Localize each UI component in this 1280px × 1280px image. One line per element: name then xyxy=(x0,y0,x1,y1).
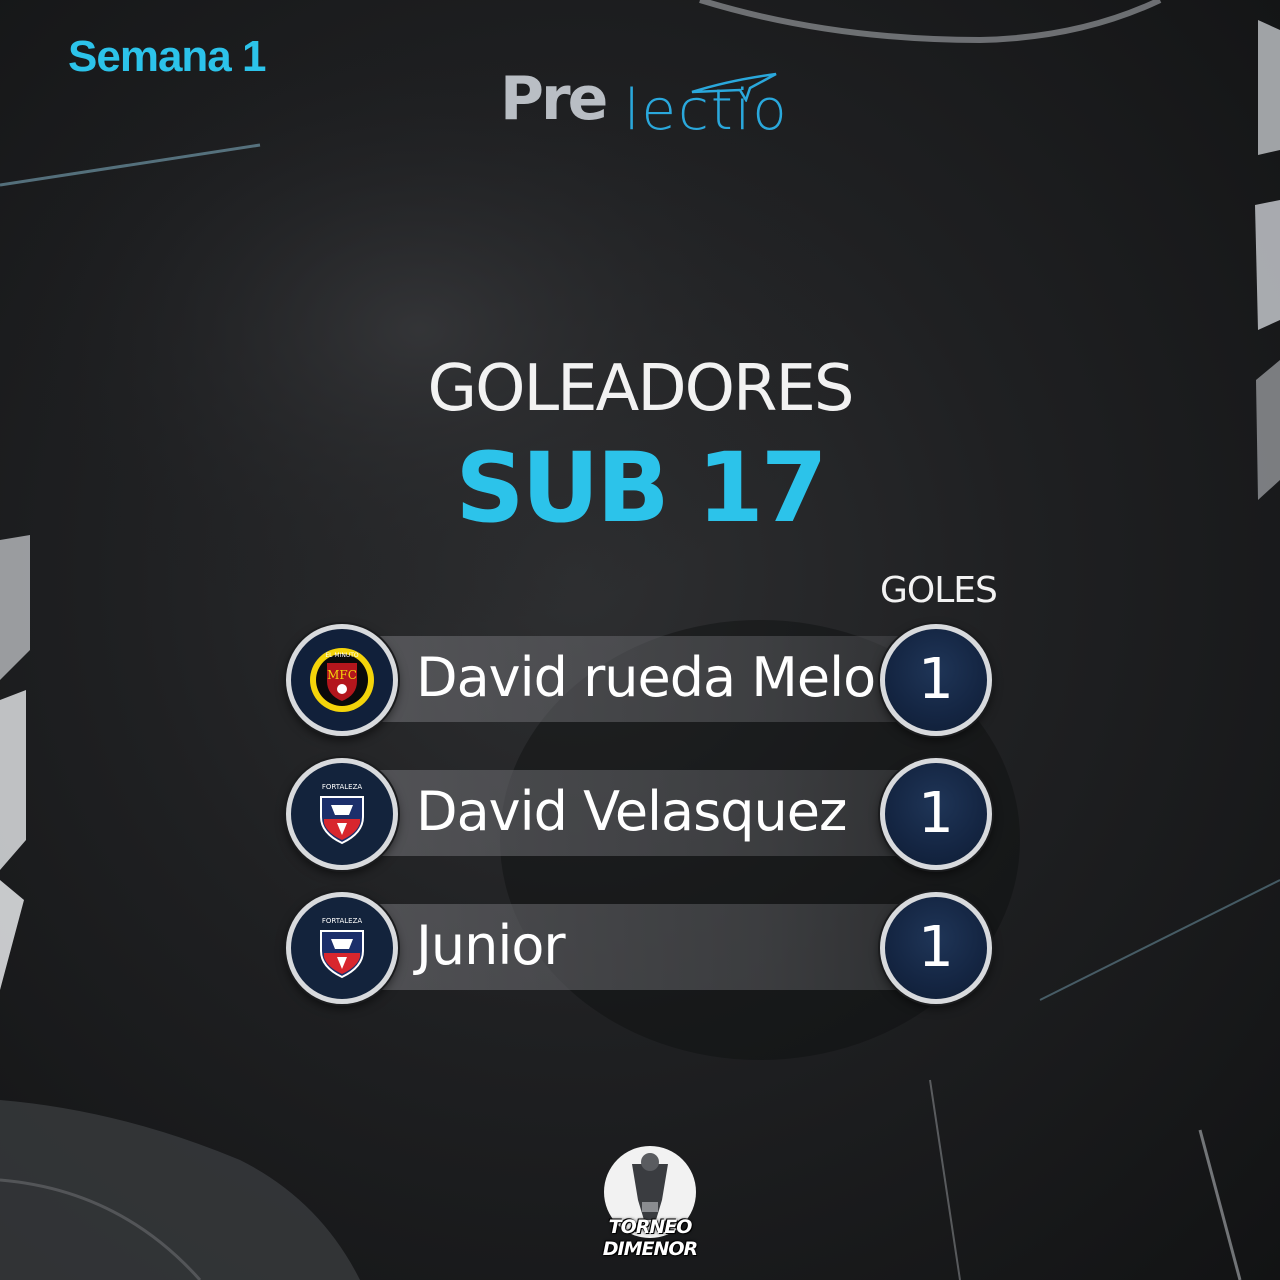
club-badge-el-minuto: MFC EL MINUTO xyxy=(286,624,398,736)
page-title: GOLEADORES xyxy=(427,352,854,426)
prelectio-logo: Pre lectio xyxy=(500,62,790,162)
scorer-row: FORTALEZA David Velasquez 1 xyxy=(286,758,996,870)
club-badge-fortaleza: FORTALEZA xyxy=(286,892,398,1004)
goals-count: 1 xyxy=(880,624,992,736)
scorer-row: FORTALEZA Junior 1 xyxy=(286,892,996,1004)
player-name: David rueda Melo xyxy=(416,646,876,709)
fortaleza-crest-icon: FORTALEZA xyxy=(320,917,364,979)
player-name: David Velasquez xyxy=(416,780,847,843)
player-name: Junior xyxy=(416,914,566,977)
badge-initials: MFC xyxy=(327,668,357,682)
goals-count: 1 xyxy=(880,758,992,870)
goals-column-header: GOLES xyxy=(880,570,998,611)
category-title: SUB 17 xyxy=(455,432,827,544)
badge-caption: FORTALEZA xyxy=(322,917,363,925)
badge-caption: EL MINUTO xyxy=(325,652,359,659)
week-label: Semana 1 xyxy=(68,32,266,81)
el-minuto-crest-icon: MFC EL MINUTO xyxy=(310,648,374,712)
club-badge-fortaleza: FORTALEZA xyxy=(286,758,398,870)
badge-caption: FORTALEZA xyxy=(322,783,363,791)
torneo-dimenor-logo: TORNEO DIMENOR xyxy=(580,1140,720,1260)
brand-pre-text: Pre xyxy=(500,64,608,134)
paper-plane-icon xyxy=(691,72,777,102)
tournament-name: TORNEO DIMENOR xyxy=(602,1216,698,1260)
scorer-row: MFC EL MINUTO David rueda Melo 1 xyxy=(286,624,996,736)
fortaleza-crest-icon: FORTALEZA xyxy=(320,783,364,845)
goals-count: 1 xyxy=(880,892,992,1004)
